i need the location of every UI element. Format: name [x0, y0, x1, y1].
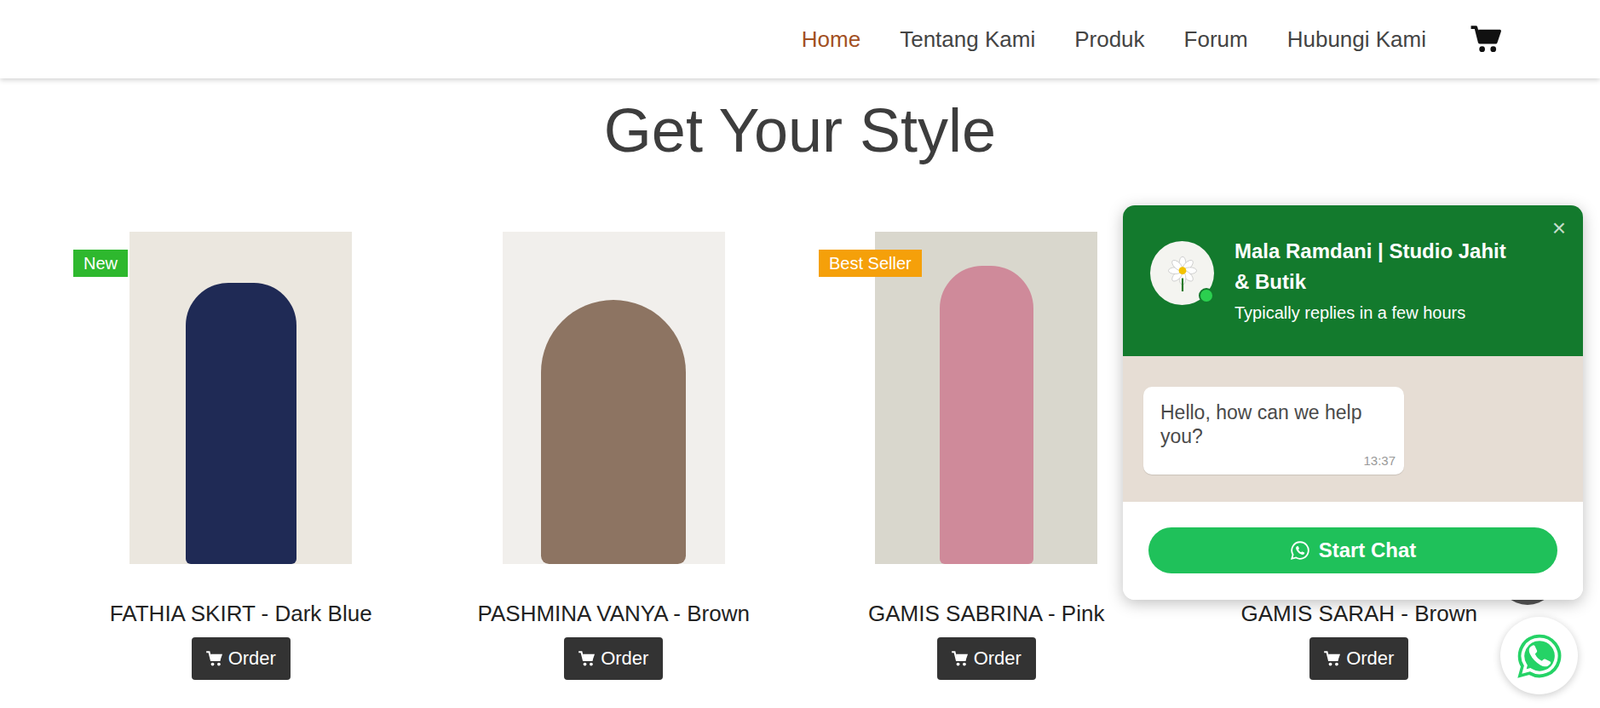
- product-name: PASHMINA VANYA - Brown: [477, 600, 750, 627]
- product-badge: New: [73, 249, 128, 277]
- nav-link[interactable]: Home: [801, 26, 861, 53]
- chat-body: Hello, how can we help you? 13:37: [1122, 356, 1583, 502]
- message-text: Hello, how can we help you?: [1160, 400, 1396, 449]
- cart-button[interactable]: [1470, 25, 1502, 53]
- product-card: Best Seller GAMIS SABRINA - Pink Order: [800, 231, 1174, 680]
- product-name: GAMIS SARAH - Brown: [1241, 600, 1478, 627]
- product-image[interactable]: [874, 231, 1098, 565]
- product-badge: Best Seller: [818, 249, 922, 277]
- product-name: GAMIS SABRINA - Pink: [868, 600, 1105, 627]
- nav-link[interactable]: Tentang Kami: [899, 26, 1036, 53]
- garment-shape: [185, 282, 297, 565]
- order-button[interactable]: Order: [191, 637, 291, 680]
- chat-header: Mala Ramdani | Studio Jahit & Butik Typi…: [1122, 205, 1583, 357]
- page: HomeTentang KamiProdukForumHubungi Kami …: [0, 0, 1600, 708]
- message-time: 13:37: [1160, 453, 1396, 468]
- whatsapp-icon: [1289, 540, 1311, 561]
- product-image[interactable]: [502, 231, 726, 565]
- cart-icon: [1323, 650, 1342, 667]
- order-button[interactable]: Order: [564, 637, 663, 680]
- close-button[interactable]: ×: [1552, 215, 1566, 242]
- whatsapp-icon: [1513, 630, 1566, 682]
- garment-shape: [541, 299, 686, 565]
- chat-header-text: Mala Ramdani | Studio Jahit & Butik Typi…: [1234, 235, 1541, 325]
- nav-link[interactable]: Produk: [1074, 26, 1145, 53]
- flower-icon: [1163, 254, 1202, 293]
- cart-icon: [1470, 25, 1502, 53]
- whatsapp-button[interactable]: [1500, 616, 1578, 695]
- chat-title: Mala Ramdani | Studio Jahit & Butik: [1234, 235, 1525, 298]
- product-card: PASHMINA VANYA - Brown Order: [427, 231, 801, 680]
- navbar: Home Tentang Kami Produk Forum Hubungi Kami: [0, 0, 1600, 79]
- product-card: New FATHIA SKIRT - Dark Blue Order: [54, 231, 428, 680]
- online-dot: [1198, 287, 1215, 304]
- cart-icon: [206, 650, 224, 667]
- message-bubble: Hello, how can we help you? 13:37: [1143, 386, 1405, 475]
- order-button[interactable]: Order: [937, 637, 1036, 680]
- nav-link[interactable]: Hubungi Kami: [1287, 26, 1427, 53]
- section-heading: Get Your Style: [0, 93, 1600, 167]
- chat-footer: Start Chat: [1122, 501, 1583, 600]
- nav-menu: Home Tentang Kami Produk Forum Hubungi Kami: [801, 25, 1502, 53]
- nav-link[interactable]: Forum: [1184, 26, 1249, 53]
- chat-popup: Mala Ramdani | Studio Jahit & Butik Typi…: [1122, 205, 1583, 600]
- product-name: FATHIA SKIRT - Dark Blue: [109, 600, 373, 627]
- brand-logo: [1150, 241, 1215, 306]
- cart-icon: [578, 650, 596, 667]
- garment-shape: [939, 265, 1034, 565]
- cart-icon: [951, 650, 969, 667]
- chat-status: Typically replies in a few hours: [1234, 300, 1541, 325]
- order-button[interactable]: Order: [1309, 637, 1409, 680]
- start-chat-button[interactable]: Start Chat: [1148, 527, 1558, 574]
- product-image[interactable]: [129, 231, 352, 565]
